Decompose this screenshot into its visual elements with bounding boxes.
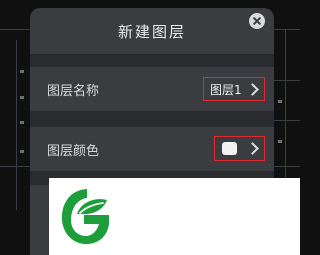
separator: [30, 111, 274, 127]
drawing-mark: [20, 121, 24, 124]
layer-color-swatch: [222, 142, 237, 155]
leaf-logo-icon: [61, 189, 110, 245]
drawing-mark: [20, 96, 24, 99]
dialog-title: 新建图层: [117, 22, 186, 41]
dialog-header: 新建图层: [30, 8, 274, 54]
drawing-line: [274, 80, 300, 81]
layer-color-value-box[interactable]: [214, 136, 265, 161]
drawing-mark: [20, 150, 24, 153]
drawing-mark: [20, 70, 24, 73]
chevron-right-icon: [246, 142, 259, 155]
separator: [30, 54, 274, 67]
drawing-line: [16, 40, 17, 210]
drawing-line: [274, 120, 300, 121]
layer-name-value: 图层1: [210, 82, 242, 97]
drawing-mark: [278, 100, 282, 103]
close-icon[interactable]: [249, 13, 265, 29]
layer-color-label: 图层颜色: [47, 143, 100, 159]
drawing-mark: [278, 140, 282, 143]
chevron-right-icon: [246, 83, 259, 96]
layer-name-value-box[interactable]: 图层1: [203, 77, 265, 101]
layer-color-row[interactable]: 图层颜色: [30, 127, 274, 171]
layer-name-row[interactable]: 图层名称 图层1: [30, 67, 274, 111]
layer-name-label: 图层名称: [47, 83, 100, 99]
watermark-panel: [49, 178, 300, 255]
